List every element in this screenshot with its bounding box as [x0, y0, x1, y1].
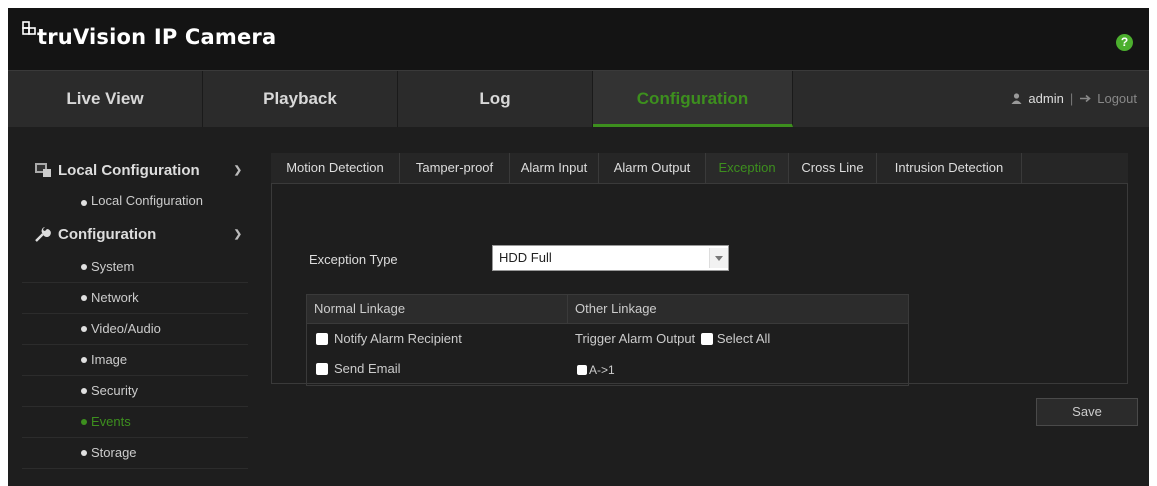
bullet-icon	[81, 419, 87, 425]
sidebar-item-label: Local Configuration	[91, 193, 204, 208]
tab-exception[interactable]: Exception	[706, 153, 789, 183]
sidebar-item-label: System	[91, 259, 135, 274]
linkage-table-header: Normal Linkage Other Linkage	[307, 295, 908, 324]
sidebar-item-image[interactable]: Image	[22, 345, 248, 376]
alarm-output-a1-option[interactable]: A->1	[577, 362, 615, 378]
tab-motion-detection[interactable]: Motion Detection	[271, 153, 400, 183]
sidebar-item-label: Network	[91, 290, 139, 305]
notify-alarm-recipient-option[interactable]: Notify Alarm Recipient	[316, 331, 462, 347]
normal-linkage-header: Normal Linkage	[314, 301, 406, 316]
tab-cross-line[interactable]: Cross Line	[789, 153, 877, 183]
sidebar-item-system[interactable]: System	[22, 252, 248, 283]
sidebar-group-local-configuration[interactable]: Local Configuration ❯	[22, 153, 248, 188]
sidebar-item-security[interactable]: Security	[22, 376, 248, 407]
alarm-output-a1-label: A->1	[589, 363, 615, 377]
truvision-logo-icon	[22, 21, 36, 35]
tab-alarm-output[interactable]: Alarm Output	[599, 153, 706, 183]
tab-alarm-input[interactable]: Alarm Input	[510, 153, 599, 183]
send-email-option[interactable]: Send Email	[316, 361, 400, 377]
bullet-icon	[81, 388, 87, 394]
send-email-label: Send Email	[334, 361, 401, 376]
bullet-icon	[81, 295, 87, 301]
other-linkage-header: Other Linkage	[575, 301, 657, 316]
sidebar-item-label: Video/Audio	[91, 321, 161, 336]
event-tabs: Motion Detection Tamper-proof Alarm Inpu…	[271, 153, 1128, 183]
sidebar-group-title: Local Configuration	[58, 162, 200, 179]
column-divider	[567, 295, 568, 323]
sidebar-item-local-configuration[interactable]: Local Configuration	[22, 188, 248, 217]
exception-type-value: HDD Full	[499, 250, 552, 265]
logout-link[interactable]: Logout	[1097, 91, 1137, 106]
trigger-alarm-output-row: Trigger Alarm Output Select All	[575, 331, 770, 347]
notify-alarm-recipient-checkbox[interactable]	[316, 333, 328, 345]
alarm-output-a1-checkbox[interactable]	[577, 365, 587, 375]
app-frame: truVision IP Camera ? Live View Playback…	[8, 8, 1149, 486]
bullet-icon	[81, 200, 87, 206]
bullet-icon	[81, 264, 87, 270]
sidebar-item-network[interactable]: Network	[22, 283, 248, 314]
tab-intrusion-detection[interactable]: Intrusion Detection	[877, 153, 1022, 183]
bullet-icon	[81, 450, 87, 456]
sidebar: Local Configuration ❯ Local Configuratio…	[22, 153, 248, 486]
chevron-down-icon[interactable]: ❯	[234, 217, 242, 252]
sidebar-item-label: Events	[91, 414, 131, 429]
bullet-icon	[81, 357, 87, 363]
help-icon[interactable]: ?	[1116, 34, 1133, 51]
exception-panel: Exception Type HDD Full Normal Linkage O…	[271, 183, 1128, 386]
brand-logo: truVision IP Camera	[22, 21, 277, 49]
exception-type-select[interactable]: HDD Full	[492, 245, 729, 271]
nav-tab-configuration[interactable]: Configuration	[593, 71, 793, 127]
nav-tab-log[interactable]: Log	[398, 71, 593, 127]
bullet-icon	[81, 326, 87, 332]
nav-tab-live-view[interactable]: Live View	[8, 71, 203, 127]
exception-type-label: Exception Type	[309, 252, 398, 267]
sidebar-group-configuration[interactable]: Configuration ❯	[22, 217, 248, 252]
header: truVision IP Camera ?	[8, 8, 1149, 70]
dropdown-arrow-icon[interactable]	[709, 248, 728, 268]
user-area: admin | Logout	[1011, 71, 1137, 127]
username: admin	[1028, 91, 1064, 106]
main-content: Motion Detection Tamper-proof Alarm Inpu…	[271, 153, 1138, 483]
chevron-down-icon[interactable]: ❯	[234, 153, 242, 188]
tab-tamper-proof[interactable]: Tamper-proof	[400, 153, 510, 183]
sidebar-group-title: Configuration	[58, 226, 157, 243]
brand-title: truVision IP Camera	[37, 25, 277, 49]
sidebar-item-video-audio[interactable]: Video/Audio	[22, 314, 248, 345]
select-all-checkbox[interactable]	[700, 333, 713, 345]
save-button[interactable]: Save	[1036, 398, 1138, 426]
user-separator: |	[1069, 91, 1074, 106]
user-icon	[1011, 93, 1022, 104]
send-email-checkbox[interactable]	[316, 363, 328, 375]
sidebar-item-label: Storage	[91, 445, 137, 460]
sidebar-item-events[interactable]: Events	[22, 407, 248, 438]
select-all-label[interactable]: Select All	[717, 331, 770, 346]
logout-icon[interactable]	[1079, 94, 1093, 103]
notify-alarm-recipient-label: Notify Alarm Recipient	[334, 331, 462, 346]
sidebar-item-storage[interactable]: Storage	[22, 438, 248, 469]
trigger-alarm-output-label: Trigger Alarm Output	[575, 331, 696, 346]
local-config-icon	[35, 163, 51, 177]
main-nav: Live View Playback Log Configuration adm…	[8, 70, 1149, 127]
nav-tab-playback[interactable]: Playback	[203, 71, 398, 127]
wrench-icon	[35, 227, 51, 242]
sidebar-item-label: Image	[91, 352, 128, 367]
linkage-table: Normal Linkage Other Linkage Notify Alar…	[306, 294, 909, 386]
sidebar-item-label: Security	[91, 383, 138, 398]
